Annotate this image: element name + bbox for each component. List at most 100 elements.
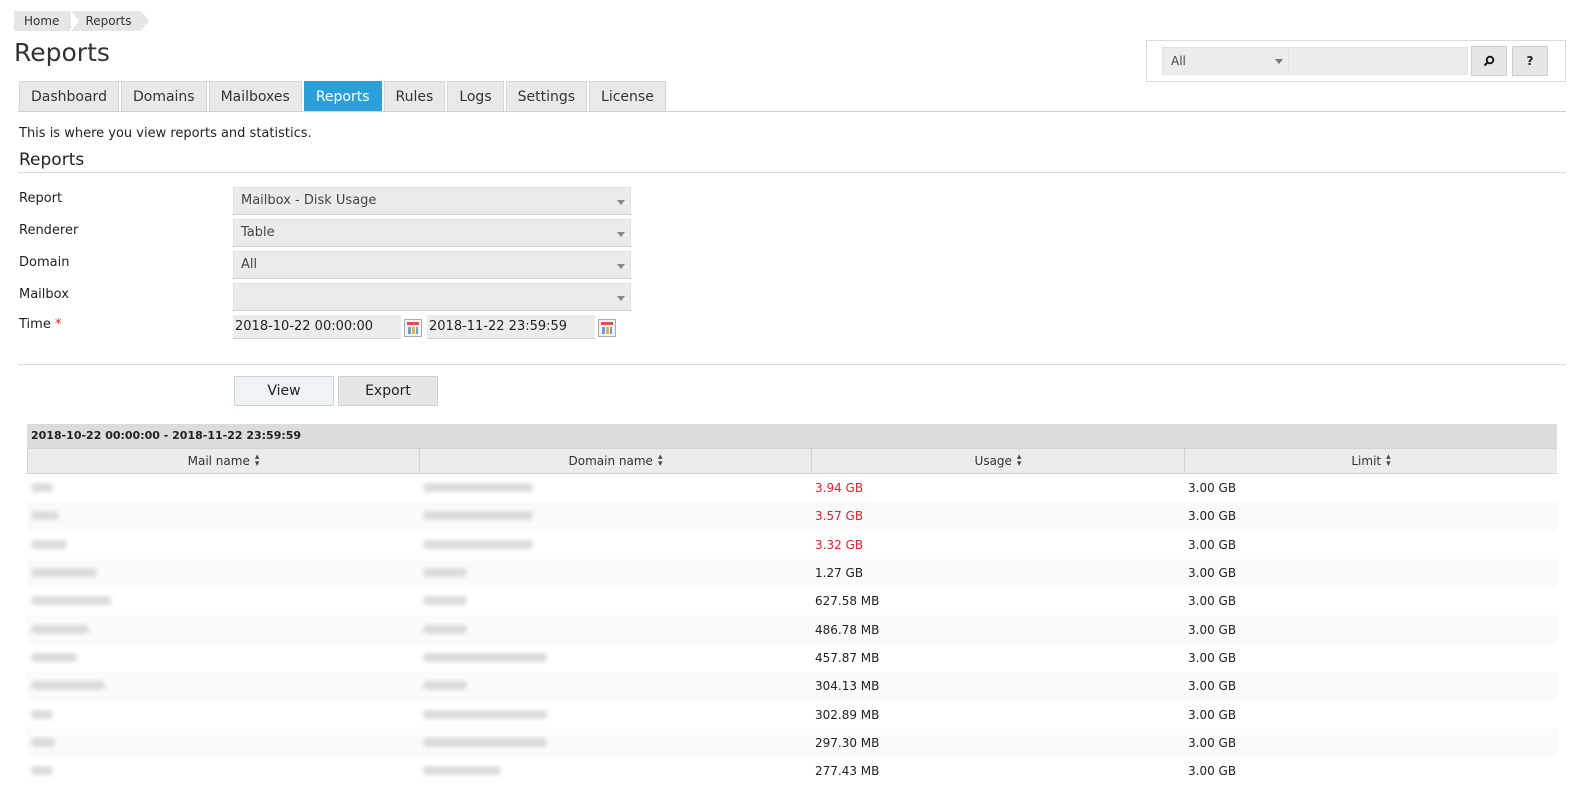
- cell-limit: 3.00 GB: [1188, 735, 1237, 750]
- tab-mailboxes[interactable]: Mailboxes: [208, 81, 302, 112]
- breadcrumb: Home Reports: [14, 11, 150, 31]
- renderer-select[interactable]: Table: [233, 219, 631, 247]
- required-marker: *: [54, 317, 62, 332]
- cell-domain-name: [419, 708, 811, 722]
- time-label: Time *: [19, 317, 61, 332]
- magnifier-icon: [1483, 55, 1495, 67]
- cell-domain-name: [419, 651, 811, 665]
- table-row: 486.78 MB 3.00 GB: [27, 615, 1557, 644]
- cell-usage: 3.32 GB: [815, 537, 864, 552]
- search-button[interactable]: [1471, 46, 1507, 76]
- tab-dashboard[interactable]: Dashboard: [19, 81, 119, 112]
- cell-domain-name: [419, 481, 811, 495]
- tab-reports[interactable]: Reports: [303, 81, 382, 112]
- cell-limit: 3.00 GB: [1188, 594, 1237, 609]
- search-input[interactable]: [1288, 47, 1468, 75]
- table-row: 304.13 MB 3.00 GB: [27, 672, 1557, 701]
- mailbox-select[interactable]: [233, 283, 631, 311]
- redacted-text: [31, 766, 53, 776]
- export-button[interactable]: Export: [338, 376, 438, 406]
- chevron-down-icon: [1275, 59, 1283, 64]
- redacted-text: [31, 709, 53, 719]
- cell-usage: 304.13 MB: [815, 679, 880, 694]
- tab-rules[interactable]: Rules: [383, 81, 446, 112]
- help-button[interactable]: ?: [1512, 46, 1548, 76]
- report-select-value: Mailbox - Disk Usage: [241, 193, 377, 208]
- mailbox-label: Mailbox: [19, 287, 69, 302]
- cell-domain-name: [419, 538, 811, 552]
- cell-domain-name: [419, 736, 811, 750]
- tab-settings[interactable]: Settings: [505, 81, 588, 112]
- cell-usage: 277.43 MB: [815, 764, 880, 779]
- table-row: 302.89 MB 3.00 GB: [27, 700, 1557, 728]
- calendar-icon[interactable]: [598, 319, 616, 337]
- column-header-limit[interactable]: Limit ▴ ▾: [1184, 448, 1557, 473]
- tab-domains[interactable]: Domains: [120, 81, 207, 112]
- cell-domain-name: [419, 509, 811, 523]
- table-row: 277.43 MB 3.00 GB: [27, 757, 1557, 785]
- table-header: Mail name ▴ ▾ Domain name ▴ ▾ Usage ▴ ▾ Lim…: [27, 448, 1557, 474]
- report-select[interactable]: Mailbox - Disk Usage: [233, 187, 631, 215]
- view-button[interactable]: View: [234, 376, 334, 406]
- cell-usage: 3.94 GB: [815, 481, 864, 496]
- cell-limit: 3.00 GB: [1188, 764, 1237, 779]
- calendar-icon[interactable]: [404, 319, 422, 337]
- table-row: 297.30 MB 3.00 GB: [27, 728, 1557, 757]
- redacted-text: [423, 568, 467, 578]
- cell-limit: 3.00 GB: [1188, 650, 1237, 665]
- chevron-down-icon: [617, 200, 625, 205]
- table-row: 457.87 MB 3.00 GB: [27, 644, 1557, 672]
- redacted-text: [423, 596, 467, 606]
- domain-label: Domain: [19, 255, 70, 270]
- time-from-input[interactable]: 2018-10-22 00:00:00: [233, 315, 401, 339]
- column-header-mail-name[interactable]: Mail name ▴ ▾: [27, 448, 419, 473]
- intro-text: This is where you view reports and stati…: [19, 126, 312, 141]
- column-header-usage[interactable]: Usage ▴ ▾: [811, 448, 1184, 473]
- tabs-divider: [18, 111, 1566, 112]
- redacted-text: [31, 539, 67, 549]
- table-row: 3.94 GB 3.00 GB: [27, 474, 1557, 502]
- cell-mail-name: [27, 708, 419, 722]
- cell-domain-name: [419, 623, 811, 637]
- cell-mail-name: [27, 623, 419, 637]
- tab-license[interactable]: License: [589, 81, 666, 112]
- table-body: 3.94 GB 3.00 GB 3.57 GB 3.00 GB 3.32 GB 3.00 …: [27, 474, 1557, 785]
- column-header-domain-name[interactable]: Domain name ▴ ▾: [419, 448, 811, 473]
- cell-limit: 3.00 GB: [1188, 622, 1237, 637]
- time-to-input[interactable]: 2018-11-22 23:59:59: [427, 315, 595, 339]
- cell-mail-name: [27, 594, 419, 608]
- table-caption: 2018-10-22 00:00:00 - 2018-11-22 23:59:5…: [27, 424, 1557, 448]
- cell-usage: 627.58 MB: [815, 594, 880, 609]
- cell-limit: 3.00 GB: [1188, 566, 1237, 581]
- cell-domain-name: [419, 594, 811, 608]
- chevron-down-icon: [617, 232, 625, 237]
- redacted-text: [423, 483, 533, 493]
- domain-select-value: All: [241, 257, 258, 272]
- chevron-down-icon: [617, 264, 625, 269]
- breadcrumb-reports[interactable]: Reports: [71, 11, 150, 31]
- breadcrumb-home[interactable]: Home: [14, 11, 78, 31]
- domain-select[interactable]: All: [233, 251, 631, 279]
- cell-domain-name: [419, 679, 811, 693]
- redacted-text: [423, 652, 547, 662]
- redacted-text: [423, 511, 533, 521]
- redacted-text: [31, 681, 105, 691]
- tab-logs[interactable]: Logs: [447, 81, 504, 112]
- sort-icon: ▴ ▾: [657, 452, 663, 469]
- cell-domain-name: [419, 764, 811, 778]
- redacted-text: [31, 596, 111, 606]
- search-scope-select[interactable]: All: [1162, 47, 1290, 75]
- cell-limit: 3.00 GB: [1188, 679, 1237, 694]
- cell-mail-name: [27, 651, 419, 665]
- time-label-text: Time: [19, 317, 51, 332]
- redacted-text: [31, 483, 53, 493]
- redacted-text: [423, 709, 547, 719]
- redacted-text: [423, 624, 467, 634]
- redacted-text: [423, 539, 533, 549]
- redacted-text: [31, 652, 77, 662]
- cell-mail-name: [27, 538, 419, 552]
- column-header-label: Mail name: [187, 454, 250, 468]
- renderer-label: Renderer: [19, 223, 79, 238]
- report-label: Report: [19, 191, 63, 206]
- sort-icon: ▴ ▾: [254, 452, 260, 469]
